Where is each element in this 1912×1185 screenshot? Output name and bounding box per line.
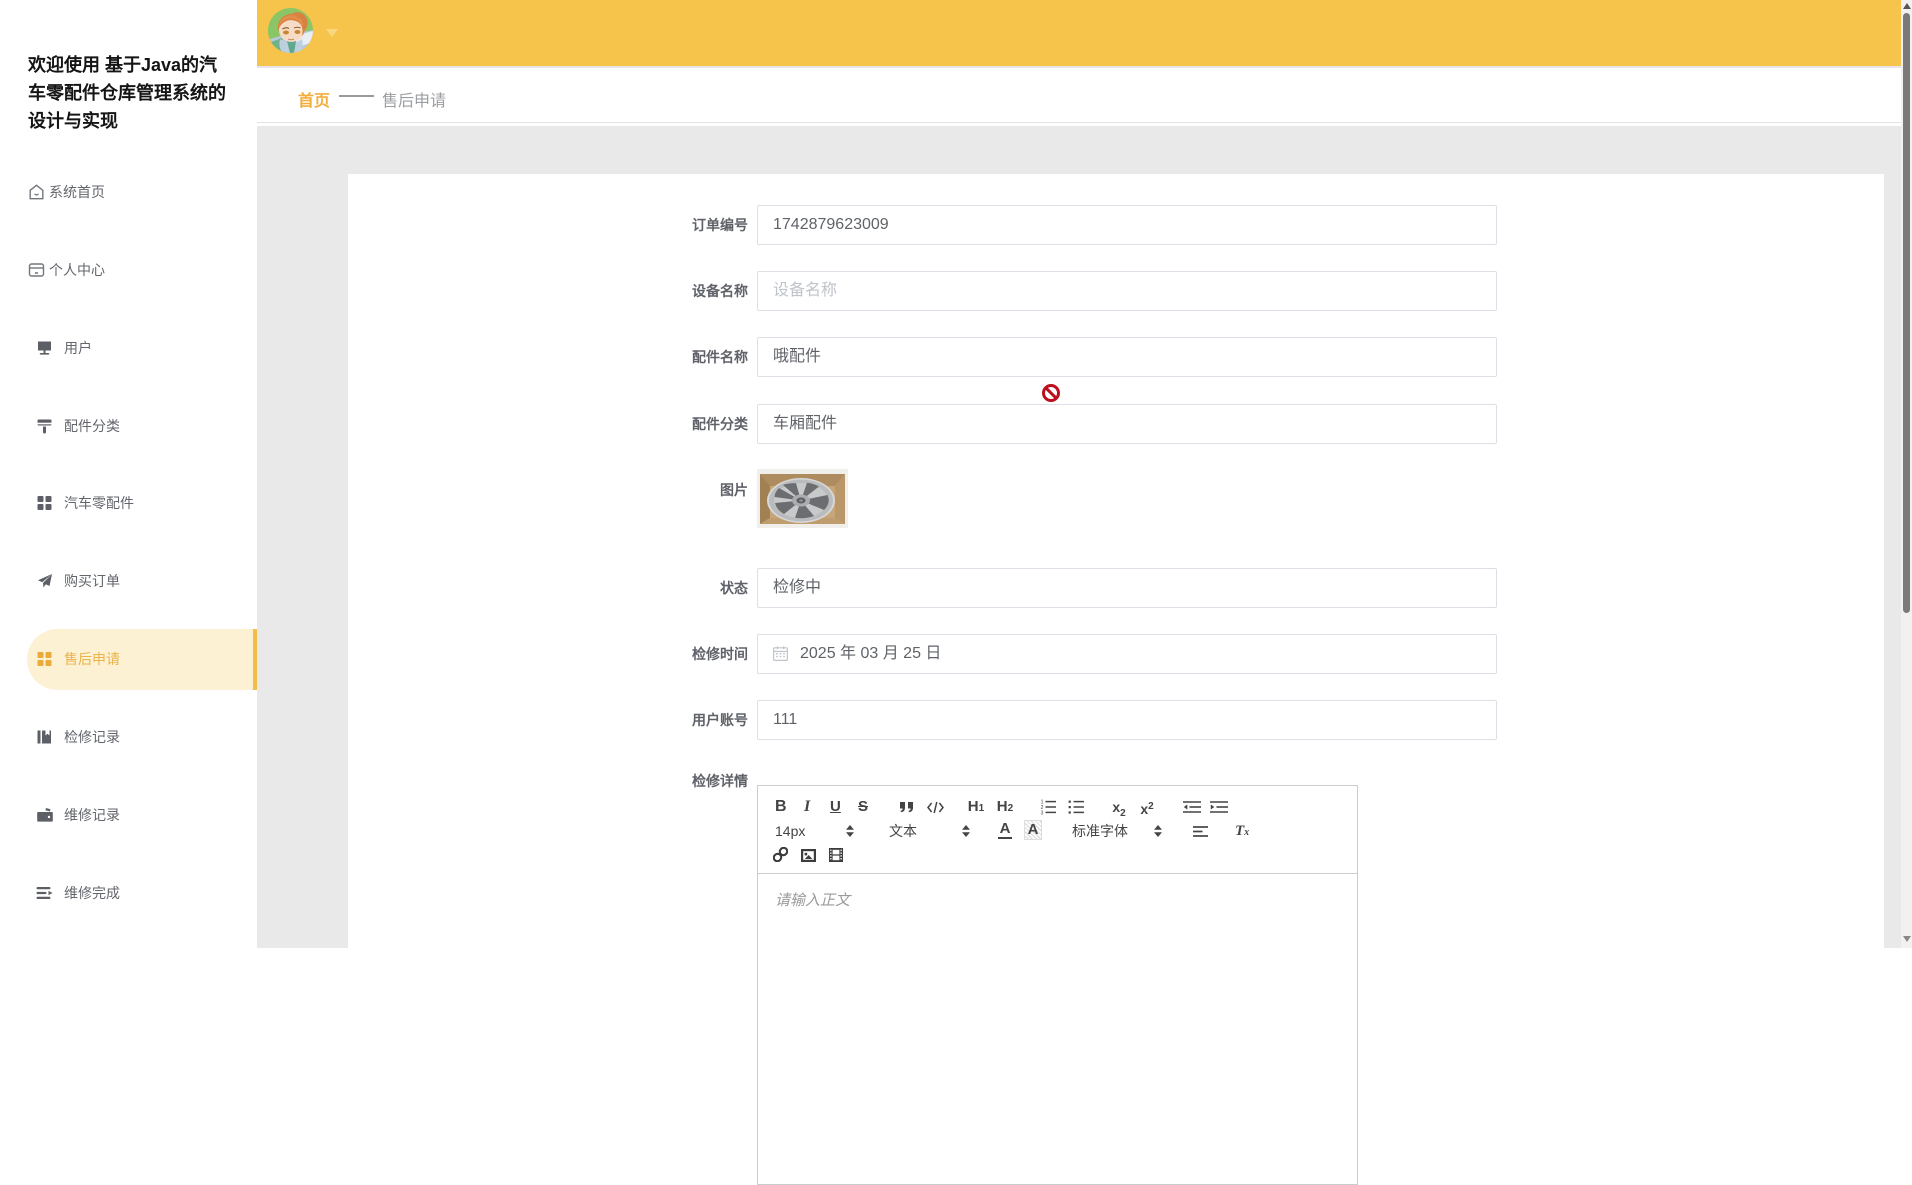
svg-text:3: 3	[1041, 810, 1044, 815]
